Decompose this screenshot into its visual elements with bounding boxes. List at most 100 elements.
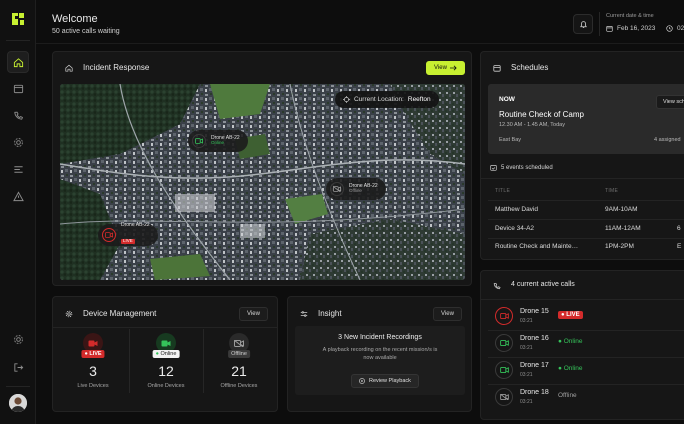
sidebar-item-calls[interactable] (7, 104, 29, 126)
sidebar-item-calendar[interactable] (7, 77, 29, 99)
time-value: 02 (677, 25, 684, 32)
clock-icon (666, 25, 673, 32)
sidebar-item-preferences[interactable] (7, 328, 29, 350)
events-count: 5 events scheduled (490, 164, 553, 171)
call-duration: 03:21 (520, 372, 533, 378)
current-date: Feb 16, 2023 (606, 25, 655, 32)
logo-icon[interactable] (10, 11, 26, 27)
play-icon (359, 378, 365, 384)
row-divider (488, 238, 684, 239)
insight-panel: 3 New Incident Recordings A playback rec… (295, 326, 465, 395)
settings-icon (13, 334, 23, 344)
call-drone-name: Drone 16 (520, 335, 549, 342)
card-divider (481, 299, 684, 300)
current-schedule[interactable]: NOW Routine Check of Camp 12.30 AM - 1.4… (488, 84, 684, 154)
offline-devices-stat[interactable]: Offline 21 Offline Devices (202, 327, 276, 395)
online-devices-stat[interactable]: ● Online 12 Online Devices (129, 327, 203, 395)
button-label: Review Playback (369, 378, 411, 384)
map-drone-pin[interactable]: Drone AB-22 LIVE (98, 222, 158, 246)
call-drone-name: Drone 15 (520, 308, 549, 315)
target-icon (343, 96, 350, 103)
camera-online-icon (495, 334, 513, 352)
calendar-check-icon (490, 165, 497, 171)
view-schedule-button[interactable]: View sch (656, 95, 684, 109)
status-text: Online (563, 365, 583, 372)
call-row[interactable]: Drone 16 03:21 ● Online (488, 331, 684, 357)
schedule-location: East Bay (499, 137, 522, 143)
sidebar-item-list[interactable] (7, 158, 29, 180)
schedule-row-time: 9AM-10AM (605, 206, 638, 213)
header-divider (599, 12, 600, 36)
call-duration: 03:21 (520, 399, 533, 405)
card-title: Device Management (83, 309, 157, 318)
alert-icon (12, 190, 24, 201)
satellite-map[interactable]: Current Location: Reefton Drone AB-22 On… (60, 84, 465, 280)
sidebar-item-logout[interactable] (7, 356, 29, 378)
device-management-card: Device Management View ● LIVE 3 Live Dev… (52, 296, 278, 412)
status-badge: ● LIVE (81, 350, 105, 358)
schedule-row-title[interactable]: Device 34-A2 (495, 225, 534, 232)
pin-status: Offline (349, 188, 362, 194)
home-icon (13, 57, 23, 67)
device-count: 21 (231, 363, 247, 379)
schedule-row-time: 1PM-2PM (605, 243, 634, 250)
phone-call-icon (13, 111, 23, 120)
insight-card: Insight View 3 New Incident Recordings A… (287, 296, 472, 412)
call-row[interactable]: Drone 18 03:21 Offline (488, 385, 684, 411)
insight-view-button[interactable]: View (433, 307, 462, 321)
column-header-time: TIME (605, 188, 619, 194)
device-count: 12 (158, 363, 174, 379)
gear-icon (13, 137, 23, 147)
card-divider (481, 178, 684, 179)
incident-view-button[interactable]: View (426, 61, 465, 75)
card-title: Schedules (511, 63, 549, 72)
list-icon (13, 165, 23, 173)
card-title: 4 current active calls (511, 281, 575, 288)
gear-icon (65, 310, 73, 318)
status-text: Online (563, 338, 583, 345)
view-label: View (434, 65, 447, 71)
sidebar-item-settings[interactable] (7, 131, 29, 153)
call-status: ● Online (558, 338, 583, 345)
sidebar-divider (6, 40, 30, 41)
schedule-row-title[interactable]: Matthew David (495, 206, 538, 213)
sidebar-item-home[interactable] (7, 51, 29, 73)
call-drone-name: Drone 17 (520, 362, 549, 369)
map-drone-pin[interactable]: Drone AB-22 Offline (326, 178, 386, 200)
datetime-label: Current date & time (606, 13, 654, 19)
insight-text: A playback recording on the recent missi… (322, 347, 438, 361)
sidebar-item-alerts[interactable] (7, 185, 29, 207)
drone-camera-live-icon (102, 228, 116, 242)
now-tag: NOW (499, 96, 515, 103)
calendar-icon (606, 26, 613, 32)
events-text: 5 events scheduled (501, 164, 553, 171)
review-playback-button[interactable]: Review Playback (351, 374, 419, 388)
call-row[interactable]: Drone 17 03:21 ● Online (488, 358, 684, 384)
status-badge: Offline (228, 350, 250, 358)
current-location-pill[interactable]: Current Location: Reefton (335, 91, 439, 108)
schedule-row-title[interactable]: Routine Check and Mainte… (495, 243, 578, 250)
schedule-time: 12.30 AM - 1.45 AM, Today (499, 122, 565, 128)
notifications-button[interactable] (573, 14, 593, 34)
schedules-card: Schedules NOW Routine Check of Camp 12.3… (480, 51, 684, 260)
device-count: 3 (89, 363, 97, 379)
camera-off-icon (495, 388, 513, 406)
schedule-assigned: 4 assigned (654, 137, 681, 143)
device-label: Offline Devices (220, 383, 258, 389)
map-imagery (60, 84, 465, 280)
device-view-button[interactable]: View (239, 307, 268, 321)
live-devices-stat[interactable]: ● LIVE 3 Live Devices (56, 327, 130, 395)
pin-status: Online (211, 140, 225, 146)
drone-camera-off-icon (330, 182, 344, 196)
call-row[interactable]: Drone 15 03:21 ● LIVE (488, 304, 684, 330)
map-drone-pin[interactable]: Drone AB-22 Online (188, 130, 248, 152)
incident-response-card: Incident Response View Current Location:… (52, 51, 472, 286)
call-duration: 03:21 (520, 345, 533, 351)
call-status: Offline (558, 392, 577, 399)
arrow-right-icon (449, 65, 457, 71)
badge-text: Online (160, 351, 177, 357)
schedule-row-extra: E (677, 243, 682, 250)
avatar[interactable] (9, 394, 27, 412)
pin-drone-name: Drone AB-22 (121, 222, 150, 229)
row-divider (488, 200, 684, 201)
